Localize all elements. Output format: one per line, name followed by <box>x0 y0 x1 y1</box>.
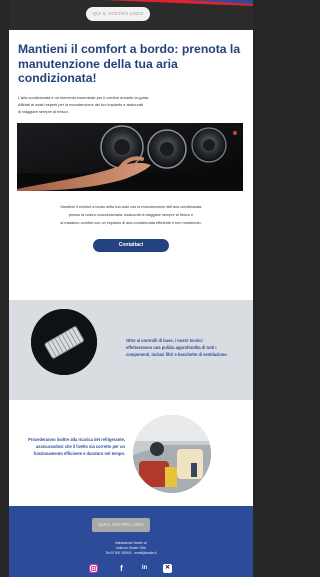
footer-line-3: Tel 00 000 000000 - email@dealer.it <box>105 551 157 555</box>
car-interior-icon <box>133 415 211 493</box>
intro-text: L'aria condizionata è un elemento essenz… <box>18 94 244 116</box>
header-accent-blue <box>183 0 253 4</box>
footer-logo-placeholder[interactable]: QUI IL VOSTRO LOGO <box>92 518 150 532</box>
page-title: Mantieni il comfort a bordo: prenota la … <box>18 42 241 85</box>
intro-line-1: L'aria condizionata è un elemento essenz… <box>18 94 150 100</box>
body-text: Mantieni il comfort a bordo della tua au… <box>19 203 243 228</box>
feature-section-refrigerant: Procederanno inoltre alla ricarica del r… <box>9 412 253 500</box>
body-line-1: Mantieni il comfort a bordo della tua au… <box>60 204 202 209</box>
intro-line-3: di viaggiare sempre al fresco. <box>18 109 69 115</box>
intro-line-2: Affidati ai nostri esperti per la manute… <box>18 101 143 107</box>
linkedin-icon[interactable]: in <box>140 564 149 573</box>
cta-wrapper: Contattaci <box>9 233 253 253</box>
email-footer: QUI IL VOSTRO LOGO Intestazione Dealer s… <box>9 506 253 577</box>
email-header: QUI IL VOSTRO LOGO <box>9 0 253 30</box>
feature-section-filters: Oltre ai controlli di base, i nostri tec… <box>9 300 253 400</box>
intro-section: Mantieni il comfort a bordo: prenota la … <box>9 30 253 116</box>
email-body: QUI IL VOSTRO LOGO Mantieni il comfort a… <box>9 0 253 577</box>
social-links: f in ✕ <box>87 564 177 574</box>
instagram-icon[interactable] <box>89 564 98 573</box>
body-line-2: presso la nostra concessionaria. Assicur… <box>68 212 194 217</box>
header-logo-placeholder[interactable]: QUI IL VOSTRO LOGO <box>86 7 150 21</box>
cabin-filter-icon <box>31 309 97 375</box>
feature-text-filters: Oltre ai controlli di base, i nostri tec… <box>126 338 228 357</box>
facebook-icon[interactable]: f <box>117 564 126 573</box>
body-line-3: al massimo comfort con un impianto di ar… <box>60 221 202 226</box>
hero-image <box>17 122 243 191</box>
footer-contact-info: Intestazione Dealer srl Indirizzo Dealer… <box>9 541 253 556</box>
x-icon[interactable]: ✕ <box>163 564 172 573</box>
contact-button[interactable]: Contattaci <box>93 239 169 253</box>
feature-text-refrigerant: Procederanno inoltre alla ricarica del r… <box>28 437 125 456</box>
